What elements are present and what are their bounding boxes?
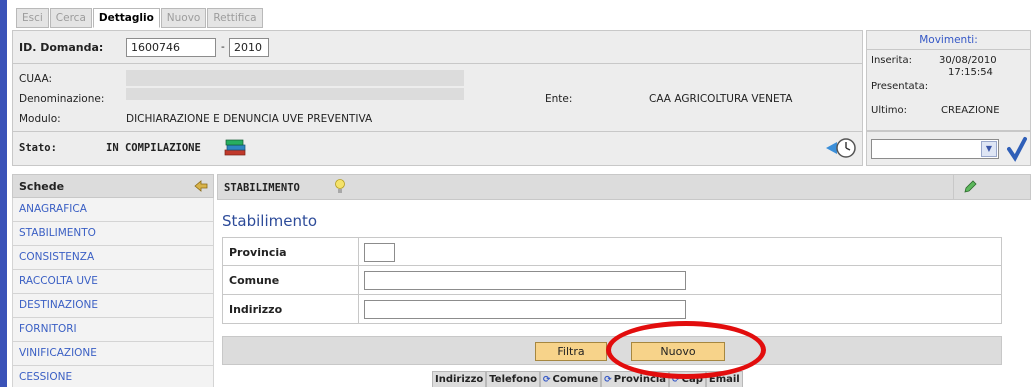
tab-nuovo[interactable]: Nuovo bbox=[160, 8, 207, 28]
header-id-row: ID. Domanda: 1600746 - 2010 bbox=[13, 31, 862, 64]
ente-label: Ente: bbox=[545, 93, 573, 105]
movimenti-panel: Movimenti: Inserita: 30/08/2010 17:15:54… bbox=[866, 30, 1031, 131]
sidebar-item-consistenza[interactable]: CONSISTENZA bbox=[12, 246, 214, 270]
tab-dettaglio[interactable]: Dettaglio bbox=[92, 8, 160, 28]
inserita-label: Inserita: bbox=[871, 55, 912, 66]
sidebar-item-fornitori[interactable]: FORNITORI bbox=[12, 318, 214, 342]
ultimo-label: Ultimo: bbox=[871, 105, 908, 116]
field-row-provincia: Provincia bbox=[222, 237, 1002, 266]
inserita-date: 30/08/2010 bbox=[939, 55, 997, 66]
filter-form: Provincia Comune Indirizzo bbox=[222, 237, 1002, 324]
provincia-input[interactable] bbox=[364, 243, 395, 262]
history-icon[interactable] bbox=[823, 136, 857, 163]
id-separator: - bbox=[221, 41, 225, 53]
modulo-label: Modulo: bbox=[19, 113, 61, 125]
section-title: Stabilimento bbox=[222, 212, 318, 230]
sort-icon: ⟳ bbox=[604, 375, 612, 385]
col-indirizzo[interactable]: Indirizzo bbox=[432, 371, 487, 387]
left-edge-bar bbox=[0, 0, 7, 387]
edit-pencil-icon[interactable] bbox=[962, 179, 978, 198]
movimenti-select-area: ▼ bbox=[866, 131, 1031, 166]
cuaa-redacted bbox=[126, 70, 464, 86]
sidebar-item-anagrafica[interactable]: ANAGRAFICA bbox=[12, 198, 214, 222]
sidebar-title: Schede bbox=[19, 180, 65, 193]
field-row-comune: Comune bbox=[222, 266, 1002, 295]
ultimo-value: CREAZIONE bbox=[941, 105, 1000, 116]
stato-value: IN COMPILAZIONE bbox=[106, 142, 201, 154]
header-info-row: CUAA: Denominazione: Modulo: DICHIARAZIO… bbox=[13, 64, 862, 132]
sidebar-item-stabilimento[interactable]: STABILIMENTO bbox=[12, 222, 214, 246]
movimenti-select[interactable]: ▼ bbox=[871, 139, 999, 159]
col-telefono[interactable]: Telefono bbox=[486, 371, 540, 387]
bar-divider bbox=[953, 175, 954, 199]
domanda-header: ID. Domanda: 1600746 - 2010 CUAA: Denomi… bbox=[12, 30, 863, 166]
schede-sidebar: Schede ANAGRAFICA STABILIMENTO CONSISTEN… bbox=[12, 174, 214, 387]
books-icon bbox=[223, 138, 249, 161]
filtra-button[interactable]: Filtra bbox=[535, 342, 607, 361]
header-stato-row: Stato: IN COMPILAZIONE bbox=[13, 132, 862, 165]
tab-rettifica[interactable]: Rettifica bbox=[207, 8, 263, 28]
content-title-bar: STABILIMENTO bbox=[217, 174, 1031, 200]
id-domanda-field[interactable]: 1600746 bbox=[126, 38, 216, 57]
sidebar-item-raccolta-uve[interactable]: RACCOLTA UVE bbox=[12, 270, 214, 294]
ente-value: CAA AGRICOLTURA VENETA bbox=[649, 93, 793, 105]
tab-esci[interactable]: Esci bbox=[16, 8, 49, 28]
comune-input[interactable] bbox=[364, 271, 686, 290]
chevron-down-icon[interactable]: ▼ bbox=[981, 141, 997, 157]
indirizzo-input[interactable] bbox=[364, 300, 686, 319]
inserita-time: 17:15:54 bbox=[948, 67, 993, 78]
modulo-value: DICHIARAZIONE E DENUNCIA UVE PREVENTIVA bbox=[126, 113, 373, 125]
sidebar-item-cessione[interactable]: CESSIONE bbox=[12, 366, 214, 387]
stato-label: Stato: bbox=[19, 142, 57, 154]
sidebar-item-vinificazione[interactable]: VINIFICAZIONE bbox=[12, 342, 214, 366]
movimenti-title[interactable]: Movimenti: bbox=[867, 31, 1030, 50]
lightbulb-icon[interactable] bbox=[333, 178, 347, 199]
provincia-label: Provincia bbox=[223, 238, 359, 265]
collapse-arrows-icon[interactable] bbox=[193, 178, 209, 197]
comune-label: Comune bbox=[223, 266, 359, 294]
sidebar-header: Schede bbox=[12, 174, 214, 198]
id-domanda-label: ID. Domanda: bbox=[19, 41, 104, 54]
field-row-indirizzo: Indirizzo bbox=[222, 295, 1002, 324]
anno-field[interactable]: 2010 bbox=[229, 38, 269, 57]
col-comune[interactable]: ⟳ Comune bbox=[540, 371, 602, 387]
highlight-circle bbox=[606, 321, 766, 379]
presentata-label: Presentata: bbox=[871, 81, 929, 92]
tab-cerca[interactable]: Cerca bbox=[49, 8, 92, 28]
indirizzo-label: Indirizzo bbox=[223, 295, 359, 323]
confirm-check-icon[interactable] bbox=[1007, 136, 1027, 165]
sort-icon: ⟳ bbox=[543, 375, 551, 385]
content-bar-title: STABILIMENTO bbox=[224, 182, 300, 194]
sidebar-item-destinazione[interactable]: DESTINAZIONE bbox=[12, 294, 214, 318]
top-tabs: Esci Cerca Dettaglio Nuovo Rettifica bbox=[16, 8, 264, 28]
denominazione-redacted bbox=[126, 88, 464, 100]
denominazione-label: Denominazione: bbox=[19, 93, 105, 105]
cuaa-label: CUAA: bbox=[19, 73, 53, 85]
